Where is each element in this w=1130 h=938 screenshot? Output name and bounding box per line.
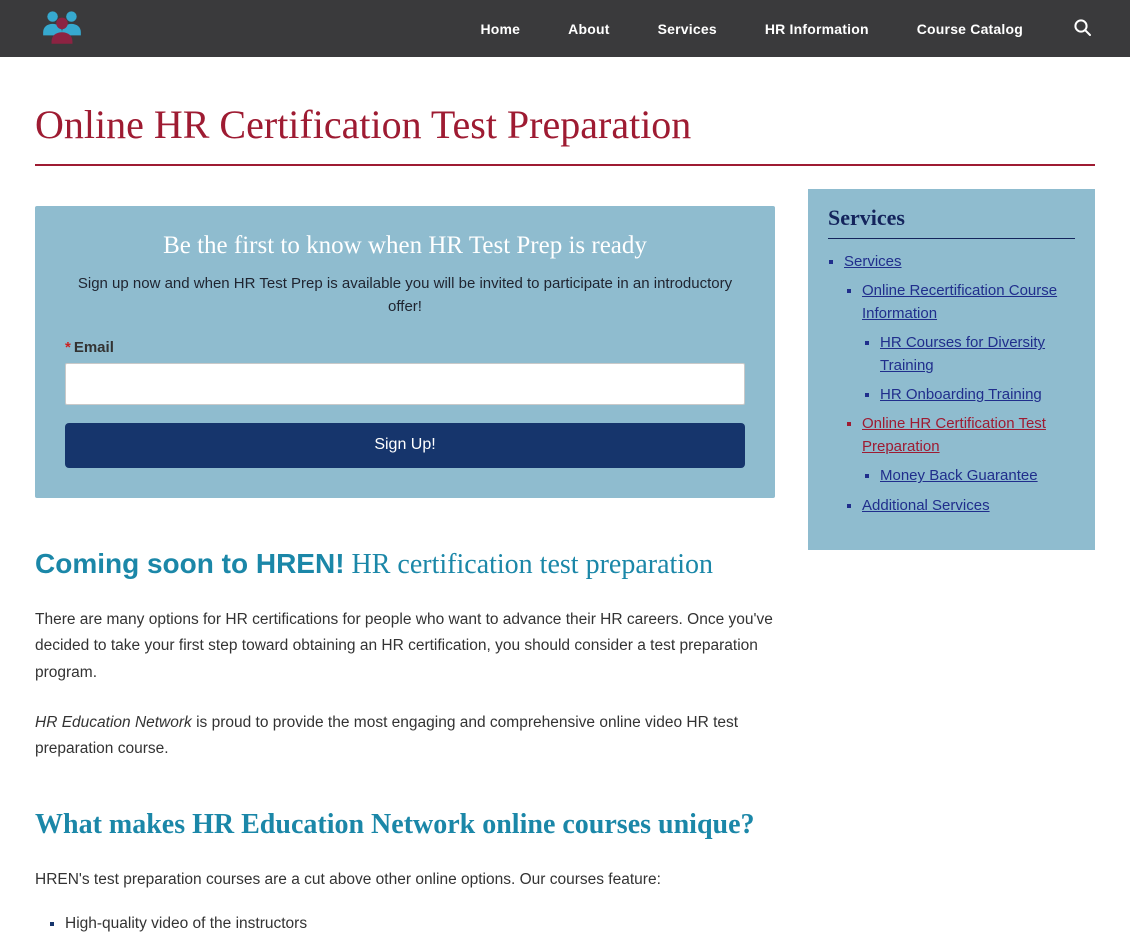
nav-item-hr-information[interactable]: HR Information xyxy=(741,21,893,37)
sidebar-item-onboarding-training: HR Onboarding Training xyxy=(880,384,1075,406)
email-label: *Email xyxy=(65,339,745,356)
sidebar-item-additional-services: Additional Services xyxy=(862,495,1075,517)
page-body: Online HR Certification Test Preparation… xyxy=(0,101,1130,938)
coming-soon-lead: Coming soon to HREN! xyxy=(35,548,345,579)
features-list: High-quality video of the instructors xyxy=(35,911,775,937)
logo-link[interactable] xyxy=(40,7,84,50)
sidebar-item-money-back-guarantee: Money Back Guarantee xyxy=(880,465,1075,487)
feature-item: High-quality video of the instructors xyxy=(65,911,775,937)
sidebar-item-test-preparation-current: Online HR Certification Test Preparation xyxy=(862,413,1075,458)
sidebar-item-diversity-training: HR Courses for Diversity Training xyxy=(880,332,1075,377)
sidebar-item-services: Services xyxy=(844,251,1075,273)
unique-heading: What makes HR Education Network online c… xyxy=(35,807,775,843)
signup-panel: Be the first to know when HR Test Prep i… xyxy=(35,206,775,498)
search-icon xyxy=(1073,18,1092,40)
intro-paragraph: There are many options for HR certificat… xyxy=(35,607,775,686)
nav-item-services[interactable]: Services xyxy=(634,21,741,37)
top-nav: Home About Services HR Information Cours… xyxy=(0,0,1130,57)
signup-description: Sign up now and when HR Test Prep is ava… xyxy=(75,272,735,319)
features-intro: HREN's test preparation courses are a cu… xyxy=(35,867,775,893)
people-group-icon xyxy=(40,7,84,50)
nav-menu: Home About Services HR Information Cours… xyxy=(456,18,1092,40)
sidebar-nav-list: Services Online Recertification Course I… xyxy=(828,251,1075,517)
coming-soon-rest: HR certification test preparation xyxy=(345,549,714,580)
nav-item-home[interactable]: Home xyxy=(456,21,544,37)
email-field[interactable] xyxy=(65,363,745,405)
sidebar-item-online-recertification: Online Recertification Course Informatio… xyxy=(862,280,1075,325)
services-sidebar: Services Services Online Recertification… xyxy=(808,189,1095,550)
signup-heading: Be the first to know when HR Test Prep i… xyxy=(65,232,745,260)
main-column: Be the first to know when HR Test Prep i… xyxy=(35,166,775,938)
page-title: Online HR Certification Test Preparation xyxy=(35,101,1095,166)
network-name: HR Education Network xyxy=(35,714,192,731)
coming-soon-heading: Coming soon to HREN! HR certification te… xyxy=(35,546,775,583)
nav-item-course-catalog[interactable]: Course Catalog xyxy=(893,21,1047,37)
sidebar-heading: Services xyxy=(828,205,1075,239)
network-paragraph: HR Education Network is proud to provide… xyxy=(35,710,775,763)
search-button[interactable] xyxy=(1047,18,1092,40)
signup-button[interactable]: Sign Up! xyxy=(65,423,745,468)
required-marker: * xyxy=(65,339,71,356)
nav-item-about[interactable]: About xyxy=(544,21,633,37)
